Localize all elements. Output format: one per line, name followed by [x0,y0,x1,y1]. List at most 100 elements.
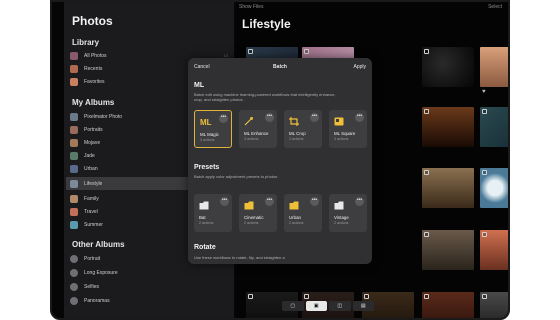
more-icon[interactable]: ••• [355,197,364,206]
thumb-icon [70,164,78,173]
ml-section-title: ML [194,82,205,89]
preset-icon [244,201,254,210]
thumb-icon [70,51,78,60]
checkbox-icon [482,294,487,299]
sidebar-item-label: Portrait [84,255,101,262]
photo-thumbnail[interactable]: ♥ [480,47,508,95]
card-name: ML Square [334,131,356,136]
checkbox-icon [304,49,309,54]
preset-cinematic-card[interactable]: ••• Cinematic 2 actions [239,194,277,232]
photo-thumbnail[interactable] [422,47,474,87]
preset-bat-card[interactable]: ••• Bat 2 actions [194,194,232,232]
card-name: ML Enhance [244,131,269,136]
more-icon[interactable]: ••• [310,197,319,206]
sidebar-title: Photos [72,14,113,28]
sidebar-item-label: Pixelmator Photo [84,113,123,120]
checkbox-icon [248,49,253,54]
thumb-icon [70,138,78,147]
preset-vintage-card[interactable]: ••• Vintage 2 actions [329,194,367,232]
presets-section-title: Presets [194,164,220,171]
top-bar: Show Files Select [236,4,508,12]
card-subtitle: 3 actions [289,137,304,141]
thumb-icon [70,179,78,188]
long-exposure-icon [70,268,78,277]
card-name: Urban [289,215,301,220]
more-icon[interactable]: ••• [310,113,319,122]
checkbox-icon [304,294,309,299]
card-name: Vintage [334,215,349,220]
ml-square-card[interactable]: ••• ML Square 3 actions [329,110,367,148]
card-name: Bat [199,215,206,220]
batch-title: Batch [273,64,287,70]
more-icon[interactable]: ••• [265,113,274,122]
card-subtitle: 2 actions [244,221,259,225]
preset-urban-card[interactable]: ••• Urban 2 actions [284,194,322,232]
sidebar-item-label: Panoramas [84,297,110,304]
card-name: ML Magic [200,132,219,137]
ml-magic-card[interactable]: ML ••• ML Magic 3 actions [194,110,232,148]
checkbox-icon [482,109,487,114]
photo-thumbnail[interactable] [422,107,474,147]
sidebar-item-label: Jade [84,152,95,159]
card-subtitle: 3 actions [334,137,349,141]
thumb-icon [70,112,78,121]
sidebar-item-selfies[interactable]: Selfies [66,280,232,293]
thumb-icon [70,220,78,229]
card-subtitle: 3 actions [200,138,215,142]
checkbox-icon [424,232,429,237]
preset-icon [289,201,299,210]
thumb-icon [70,125,78,134]
ml-section-desc: Batch edit using machine learning-powere… [194,92,336,102]
card-name: ML Crop [289,131,306,136]
photo-thumbnail[interactable] [480,168,508,208]
ml-crop-card[interactable]: ••• ML Crop 3 actions [284,110,322,148]
sidebar-item-label: Portraits [84,126,103,133]
sidebar-item-label: Recents [84,65,103,72]
panorama-icon [70,296,78,305]
show-files-button[interactable]: Show Files [239,4,263,10]
select-button[interactable]: Select [488,4,502,10]
sidebar-item-label: Family [84,195,99,202]
view-batch-button[interactable]: ▣ [305,301,327,311]
photo-thumbnail[interactable] [422,230,474,270]
sidebar-item-panoramas[interactable]: Panoramas [66,294,232,307]
photo-thumbnail[interactable] [480,107,508,147]
presets-section-desc: Batch apply color adjustment presets to … [194,174,279,179]
checkbox-icon [424,49,429,54]
more-icon[interactable]: ••• [220,197,229,206]
batch-header: Cancel Batch Apply [188,58,372,76]
view-compare-button[interactable]: ◫ [329,301,351,311]
view-list-button[interactable]: ▤ [352,301,374,311]
more-icon[interactable]: ••• [265,197,274,206]
checkbox-icon [482,232,487,237]
sidebar-item-long-exposure[interactable]: Long Exposure [66,266,232,279]
checkbox-icon [424,170,429,175]
checkbox-icon [424,294,429,299]
more-icon[interactable]: ••• [355,113,364,122]
apply-button[interactable]: Apply [353,64,366,70]
thumb-icon [70,77,78,86]
checkbox-icon [248,294,253,299]
preset-icon [334,201,344,210]
heart-icon: ♥ [482,89,486,95]
checkbox-icon [364,294,369,299]
ml-enhance-card[interactable]: ••• ML Enhance 3 actions [239,110,277,148]
selfie-icon [70,282,78,291]
portrait-icon [70,254,78,263]
thumb-icon [70,64,78,73]
square-icon [334,117,344,126]
photo-thumbnail[interactable] [422,292,474,318]
sidebar-item-label: Urban [84,165,98,172]
sidebar-item-label: Mojave [84,139,101,146]
more-icon[interactable]: ••• [219,114,228,123]
card-name: Cinematic [244,215,264,220]
library-header: Library [72,38,100,47]
checkbox-icon [424,109,429,114]
photo-thumbnail[interactable] [480,292,508,318]
sidebar-item-label: Long Exposure [84,269,118,276]
enhance-icon [244,117,253,126]
albums-header: My Albums [72,98,115,107]
photo-thumbnail[interactable] [480,230,508,270]
photo-thumbnail[interactable] [422,168,474,208]
view-grid-button[interactable]: ▢ [282,301,304,311]
